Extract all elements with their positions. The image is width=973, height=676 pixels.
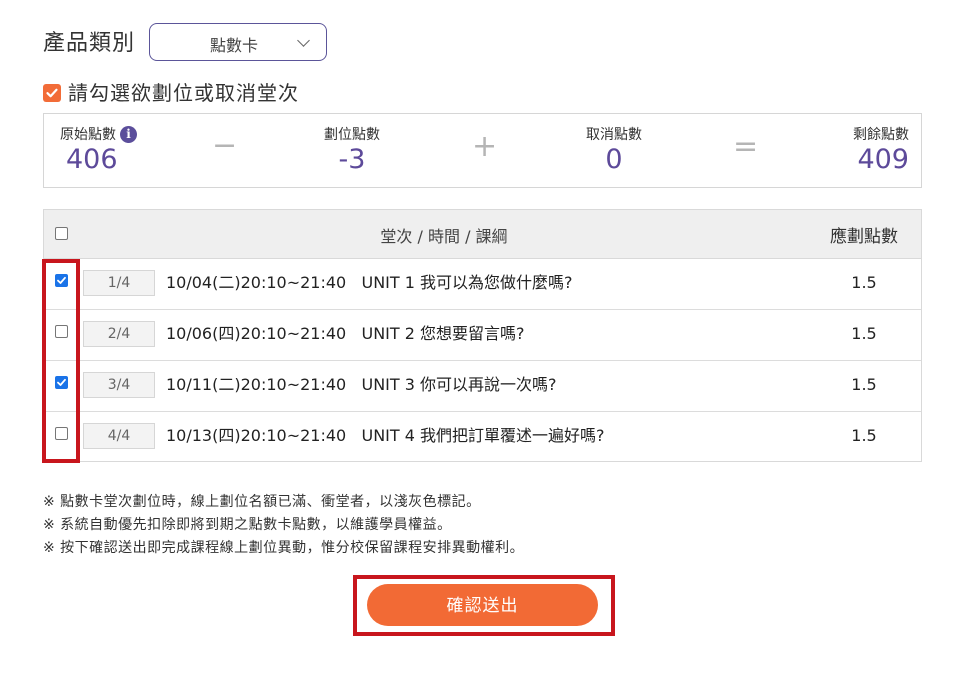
checkmark-icon [46, 88, 58, 98]
table-header: 堂次 / 時間 / 課綱 應劃點數 [44, 210, 921, 259]
table-row: 3/4 10/11(二)20:10~21:40 UNIT 3 你可以再說一次嗎?… [44, 361, 921, 412]
header-lesson: 堂次 / 時間 / 課綱 [380, 227, 508, 246]
hint-checkbox[interactable] [43, 84, 61, 102]
lesson-text: 10/04(二)20:10~21:40 UNIT 1 我可以為您做什麼嗎? [166, 273, 573, 292]
booked-points: 劃位點數 -3 [302, 126, 402, 176]
lesson-table: 堂次 / 時間 / 課綱 應劃點數 1/4 10/04(二)20:10~21:4… [43, 209, 922, 462]
cancel-points: 取消點數 0 [564, 126, 664, 176]
table-row: 2/4 10/06(四)20:10~21:40 UNIT 2 您想要留言嗎? 1… [44, 310, 921, 361]
lesson-text: 10/11(二)20:10~21:40 UNIT 3 你可以再說一次嗎? [166, 375, 557, 394]
hint-text: 請勾選欲劃位或取消堂次 [68, 81, 299, 105]
checkbox-highlight [42, 259, 80, 463]
note-line: ※ 按下確認送出即完成課程線上劃位異動，惟分校保留課程安排異動權利。 [43, 540, 525, 556]
minus-operator: − [212, 128, 238, 163]
lesson-text: 10/13(四)20:10~21:40 UNIT 4 我們把訂單覆述一遍好嗎? [166, 426, 605, 445]
note-line: ※ 點數卡堂次劃位時，線上劃位名額已滿、衝堂者，以淺灰色標記。 [43, 494, 481, 510]
table-row: 1/4 10/04(二)20:10~21:40 UNIT 1 我可以為您做什麼嗎… [44, 259, 921, 310]
header-points: 應劃點數 [830, 227, 898, 247]
original-points-value: 406 [66, 144, 118, 175]
notes: ※ 點數卡堂次劃位時，線上劃位名額已滿、衝堂者，以淺灰色標記。 ※ 系統自動優先… [43, 491, 524, 560]
submit-button[interactable]: 確認送出 [367, 584, 598, 626]
lesson-points: 1.5 [851, 324, 877, 343]
cancel-points-value: 0 [605, 144, 623, 175]
points-summary: 原始點數 i 406 − 劃位點數 -3 + 取消點數 0 = 剩餘點數 409 [43, 113, 922, 188]
table-row: 4/4 10/13(四)20:10~21:40 UNIT 4 我們把訂單覆述一遍… [44, 412, 921, 462]
lesson-badge: 3/4 [83, 372, 155, 398]
original-points-label: 原始點數 [60, 127, 116, 143]
lesson-points: 1.5 [851, 426, 877, 445]
lesson-points: 1.5 [851, 273, 877, 292]
booked-points-label: 劃位點數 [324, 127, 380, 143]
lesson-badge: 4/4 [83, 423, 155, 449]
remaining-points-value: 409 [857, 144, 909, 175]
lesson-badge: 2/4 [83, 321, 155, 347]
lesson-points: 1.5 [851, 375, 877, 394]
cancel-points-label: 取消點數 [586, 127, 642, 143]
remaining-points-label: 剩餘點數 [853, 127, 909, 143]
info-icon[interactable]: i [120, 126, 137, 143]
original-points: 原始點數 i 406 [60, 126, 137, 176]
plus-operator: + [472, 129, 498, 164]
equals-operator: = [733, 129, 759, 164]
booked-points-value: -3 [338, 144, 366, 175]
lesson-text: 10/06(四)20:10~21:40 UNIT 2 您想要留言嗎? [166, 324, 525, 343]
product-category-select[interactable]: 點數卡 [149, 23, 327, 61]
product-category-label: 產品類別 [43, 31, 136, 56]
note-line: ※ 系統自動優先扣除即將到期之點數卡點數，以維護學員權益。 [43, 517, 452, 533]
lesson-badge: 1/4 [83, 270, 155, 296]
remaining-points: 剩餘點數 409 [824, 126, 909, 176]
